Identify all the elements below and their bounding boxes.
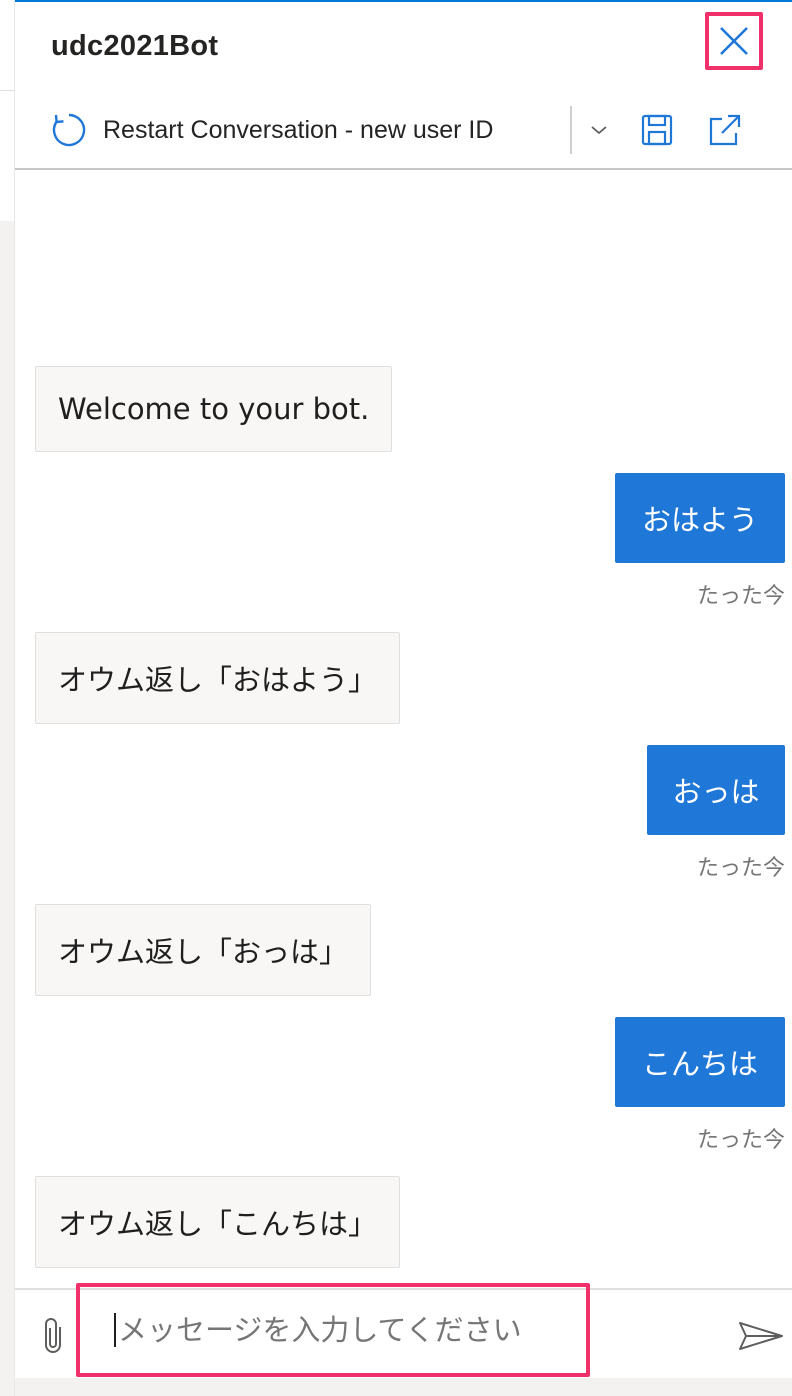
refresh-icon	[52, 113, 86, 147]
save-transcript-button[interactable]	[637, 110, 677, 150]
user-message: こんちは	[615, 1017, 785, 1107]
message-input[interactable]	[118, 1313, 538, 1347]
message-text: Welcome to your bot.	[58, 392, 370, 426]
save-icon	[641, 114, 673, 146]
message-text: こんちは	[641, 1047, 758, 1081]
user-message: おはよう	[615, 473, 785, 563]
bot-message: Welcome to your bot.	[35, 366, 393, 452]
panel-accent-line	[15, 0, 792, 2]
user-message: おっは	[647, 745, 785, 835]
upload-attachment-button[interactable]	[37, 1314, 69, 1358]
message-input-highlight	[76, 1283, 590, 1377]
restart-conversation-button[interactable]: Restart Conversation - new user ID	[51, 110, 493, 150]
chevron-down-icon	[591, 126, 607, 135]
paperclip-icon	[45, 1318, 61, 1353]
open-in-new-window-button[interactable]	[705, 110, 745, 150]
webchat-panel: udc2021Bot Restart Conversation - new us…	[14, 0, 792, 1396]
message-text: おっは	[672, 775, 760, 809]
send-icon	[739, 1322, 783, 1350]
message-text: オウム返し「おはよう」	[58, 663, 378, 697]
popout-icon	[709, 114, 741, 146]
chat-transcript[interactable]: Welcome to your bot. おはよう たった今 オウム返し「おはよ…	[15, 172, 792, 1288]
bot-message: オウム返し「おっは」	[35, 904, 372, 996]
message-timestamp: たった今	[696, 1128, 785, 1153]
restart-options-dropdown[interactable]	[583, 110, 615, 150]
close-button[interactable]	[705, 12, 763, 70]
send-button[interactable]	[737, 1314, 785, 1358]
message-text: オウム返し「こんちは」	[58, 1207, 378, 1241]
text-caret	[114, 1313, 116, 1347]
message-input-bar	[15, 1283, 792, 1378]
panel-footer	[15, 1378, 792, 1396]
message-text: オウム返し「おっは」	[58, 935, 349, 969]
message-timestamp: たった今	[696, 584, 785, 609]
background-page-panel	[0, 91, 14, 221]
restart-conversation-label: Restart Conversation - new user ID	[103, 115, 494, 144]
bot-title: udc2021Bot	[51, 30, 219, 62]
message-text: おはよう	[641, 503, 758, 537]
close-icon	[720, 27, 748, 55]
toolbar-divider	[570, 106, 572, 154]
toolbar: Restart Conversation - new user ID	[15, 90, 792, 170]
message-timestamp: たった今	[696, 856, 785, 881]
bot-message: オウム返し「おはよう」	[35, 632, 401, 724]
background-page-header	[0, 0, 14, 91]
bot-emulator-app: udc2021Bot Restart Conversation - new us…	[0, 0, 792, 1396]
bot-message: オウム返し「こんちは」	[35, 1176, 401, 1268]
